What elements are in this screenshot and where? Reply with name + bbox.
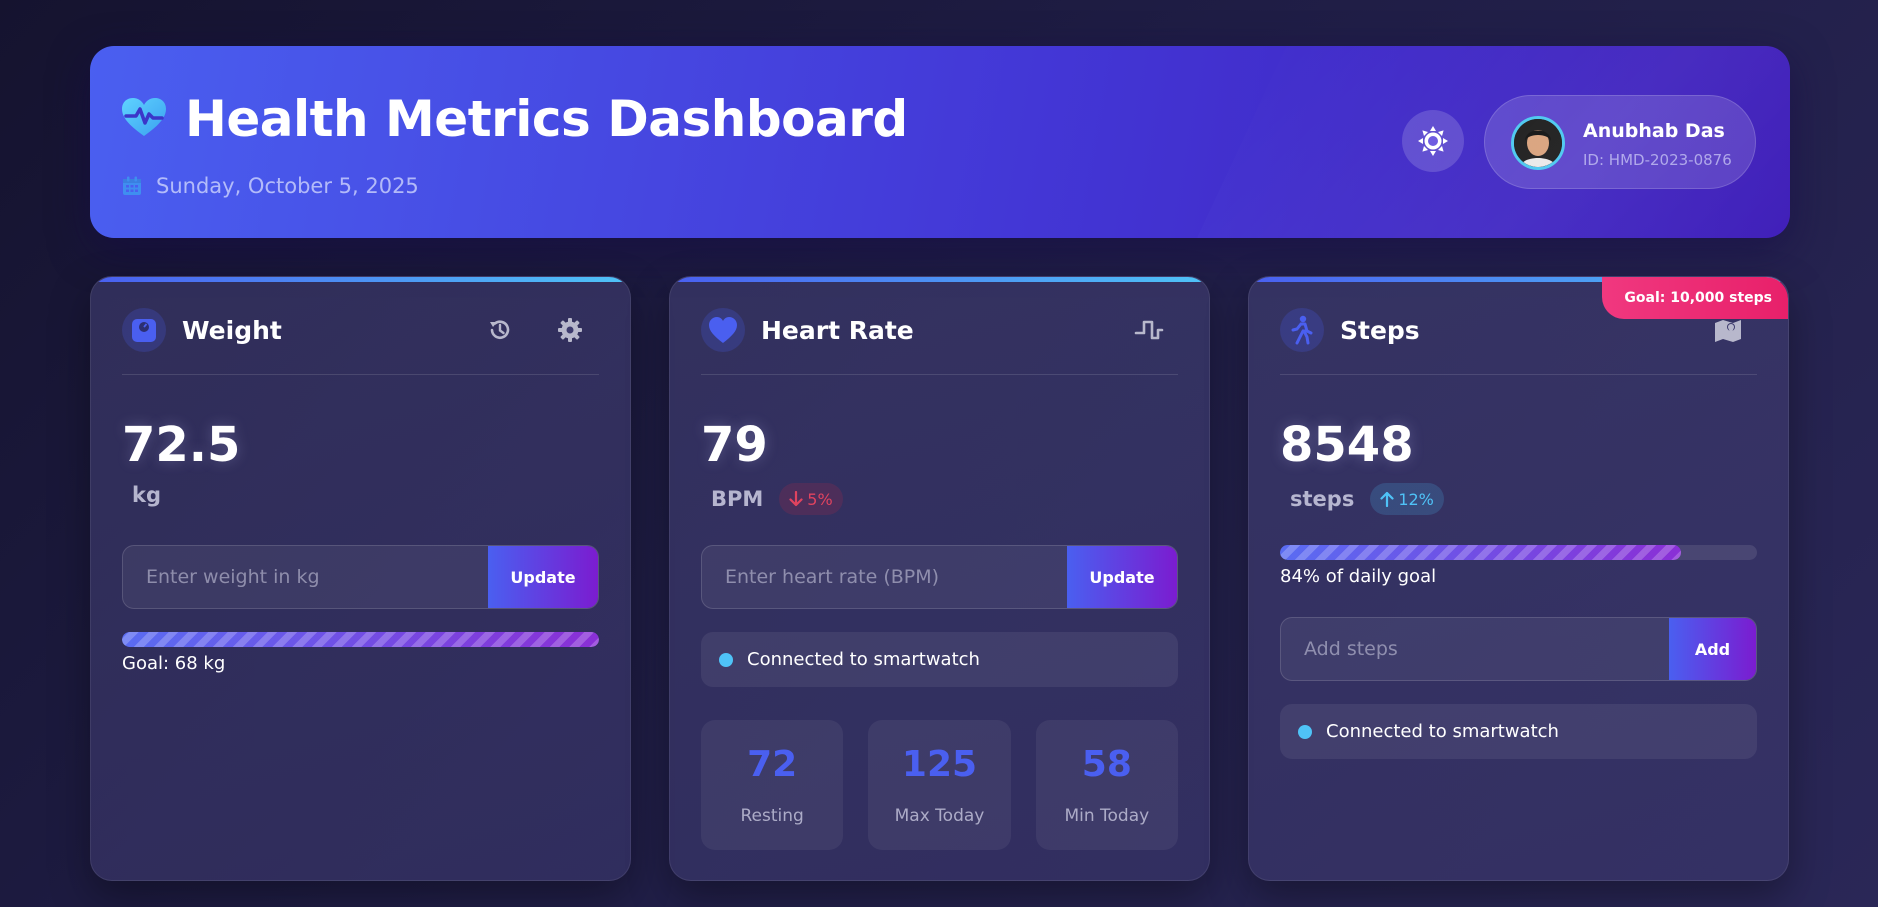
weight-progress-fill [122,632,599,647]
weight-input[interactable] [123,546,488,608]
heart-icon [701,308,745,352]
card-header: Heart Rate [701,308,1178,352]
stat-label: Min Today [1064,806,1150,826]
heart-pulse-icon [122,98,166,136]
arrow-down-icon [789,491,803,507]
theme-toggle-button[interactable] [1402,110,1464,172]
map-button[interactable] [1713,315,1743,345]
card-actions [1134,315,1178,345]
avatar [1511,116,1565,170]
page-title: Health Metrics Dashboard [185,90,908,148]
history-button[interactable] [485,315,515,345]
map-icon [1715,320,1741,342]
user-name: Anubhab Das [1583,120,1725,142]
stat-resting: 72 Resting [701,720,844,850]
steps-input[interactable] [1281,618,1669,680]
sun-icon [1418,126,1448,156]
connection-text: Connected to smartwatch [1326,721,1559,742]
steps-card: Goal: 10,000 steps Steps 8548 steps 12% … [1248,276,1789,881]
status-dot [719,652,733,667]
stat-value: 58 [1081,744,1132,785]
weight-card: Weight 72.5 kg Enter weight in kg Update… [90,276,631,881]
card-title: Weight [182,315,282,345]
arrow-up-icon [1380,491,1394,507]
calendar-icon [123,176,141,195]
trend-badge: 12% [1370,483,1444,515]
unit-row: BPM 5% [711,483,843,515]
add-steps-button[interactable]: Add [1669,618,1756,680]
weight-unit: kg [132,483,161,507]
stat-value: 125 [901,744,978,785]
divider [1280,374,1757,375]
card-title: Heart Rate [761,315,914,345]
steps-progress-fill [1280,545,1681,560]
steps-progress-bar [1280,545,1757,560]
weight-progress-bar [122,632,599,647]
update-weight-button[interactable]: Update [488,546,598,608]
stat-label: Max Today [894,806,985,826]
walking-icon [1280,308,1324,352]
settings-button[interactable] [555,315,585,345]
heart-rate-input[interactable] [702,546,1067,608]
dashboard-header: Health Metrics Dashboard Sunday, October… [90,46,1790,238]
history-icon [490,320,510,339]
steps-input-group: Add [1280,617,1757,681]
user-id: ID: HMD-2023-0876 [1583,151,1732,169]
gear-icon [558,318,582,342]
wave-button[interactable] [1134,315,1164,345]
heart-rate-card: Heart Rate 79 BPM 5% Update Connected to… [669,276,1210,881]
stat-min-today: 58 Min Today [1035,720,1178,850]
heart-rate-input-group: Update [701,545,1178,609]
weight-scale-icon [122,308,166,352]
connection-status: Connected to smartwatch [1280,704,1757,759]
weight-value: 72.5 [122,417,241,473]
card-actions [1713,315,1757,345]
stat-value: 72 [747,744,798,785]
trend-value: 5% [807,489,833,509]
update-heart-rate-button[interactable]: Update [1067,546,1177,608]
connection-status: Connected to smartwatch [701,632,1178,687]
trend-value: 12% [1398,489,1434,509]
wave-square-icon [1134,320,1164,340]
steps-progress-text: 84% of daily goal [1280,566,1437,587]
connection-text: Connected to smartwatch [747,649,980,670]
divider [122,374,599,375]
weight-goal-text: Goal: 68 kg [122,653,226,674]
card-header: Steps [1280,308,1757,352]
unit-row: steps 12% [1290,483,1444,515]
stat-max-today: 125 Max Today [868,720,1011,850]
stat-label: Resting [740,806,804,826]
steps-value: 8548 [1280,417,1414,473]
heart-rate-unit: BPM [711,487,764,511]
card-title: Steps [1340,315,1420,345]
date-row: Sunday, October 5, 2025 [122,174,419,198]
status-dot [1298,724,1312,739]
user-profile[interactable]: Anubhab Das ID: HMD-2023-0876 [1484,95,1756,189]
divider [701,374,1178,375]
card-actions [485,315,599,345]
heart-rate-value: 79 [701,417,768,473]
avatar-photo [1514,119,1562,167]
unit-row: kg [132,483,161,507]
weight-input-group: Update [122,545,599,609]
trend-badge: 5% [779,483,843,515]
current-date: Sunday, October 5, 2025 [156,174,419,198]
heart-rate-stats: 72 Resting 125 Max Today 58 Min Today [701,720,1178,850]
steps-unit: steps [1290,487,1355,511]
card-header: Weight [122,308,599,352]
